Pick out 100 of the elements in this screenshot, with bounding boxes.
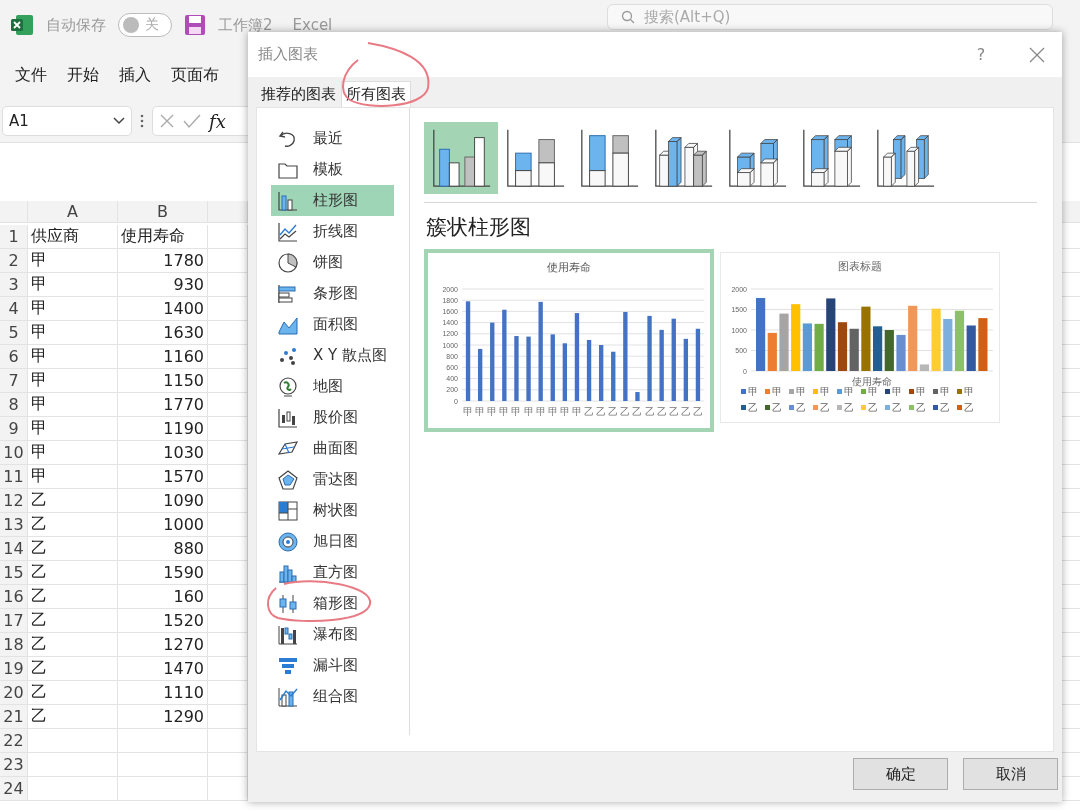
more-icon[interactable] [140, 114, 144, 128]
row-header[interactable]: 15 [0, 561, 28, 585]
chart-type-item[interactable]: 股价图 [271, 402, 394, 433]
waterfall-chart-icon [277, 623, 299, 646]
tab[interactable]: 推荐的图表 [256, 81, 341, 107]
check-icon[interactable] [183, 113, 201, 129]
ribbon-tab[interactable]: 页面布 [171, 60, 219, 90]
ribbon-tab[interactable]: 文件 [15, 60, 47, 90]
chart-type-item[interactable]: 直方图 [271, 557, 394, 588]
table-cell: 1470 [118, 657, 208, 681]
legend-label: 乙 [796, 402, 806, 413]
axis-label: 甲 [523, 406, 534, 417]
table-cell: 1780 [118, 249, 208, 273]
row-header[interactable]: 16 [0, 585, 28, 609]
row-header[interactable]: 2 [0, 249, 28, 273]
save-icon[interactable] [184, 14, 206, 36]
row-header[interactable]: 6 [0, 345, 28, 369]
ribbon-tab[interactable]: 开始 [67, 60, 99, 90]
row-header[interactable]: 19 [0, 657, 28, 681]
row-header[interactable]: 24 [0, 777, 28, 801]
chart-type-item[interactable]: 树状图 [271, 495, 394, 526]
table-cell: 甲 [28, 369, 118, 393]
row-header[interactable]: 5 [0, 321, 28, 345]
row-header[interactable]: 23 [0, 753, 28, 777]
row-header[interactable]: 3 [0, 273, 28, 297]
table-cell: 乙 [28, 513, 118, 537]
chart-type-item[interactable]: 最近 [271, 123, 394, 154]
row-header[interactable]: 17 [0, 609, 28, 633]
chart-type-item[interactable]: 柱形图 [271, 185, 394, 216]
row-header[interactable]: 13 [0, 513, 28, 537]
legend-label: 甲 [892, 386, 902, 397]
chart-type-item[interactable]: 旭日图 [271, 526, 394, 557]
cancel-button[interactable]: 取消 [963, 758, 1058, 790]
legend-label: 甲 [772, 386, 782, 397]
row-header[interactable]: 21 [0, 705, 28, 729]
legend-label: 乙 [820, 402, 830, 413]
chart-type-item[interactable]: 箱形图 [271, 588, 394, 619]
chart-type-item[interactable]: 面积图 [271, 309, 394, 340]
chevron-down-icon[interactable] [113, 117, 125, 125]
help-button[interactable]: ? [968, 45, 994, 64]
row-header[interactable]: 14 [0, 537, 28, 561]
table-cell: 1590 [118, 561, 208, 585]
bar [477, 348, 483, 401]
table-cell: 880 [118, 537, 208, 561]
axis-label: 甲 [571, 406, 582, 417]
row-header[interactable]: 12 [0, 489, 28, 513]
ribbon-tab[interactable]: 插入 [119, 60, 151, 90]
axis-label: 乙 [632, 406, 643, 417]
table-cell: 乙 [28, 537, 118, 561]
row-header[interactable]: 10 [0, 441, 28, 465]
chart-type-item[interactable]: 地图 [271, 371, 394, 402]
axis-label: 乙 [656, 406, 667, 417]
row-header[interactable]: 22 [0, 729, 28, 753]
chart-type-item[interactable]: X Y 散点图 [271, 340, 394, 371]
legend-label: 甲 [916, 386, 926, 397]
chart-type-item[interactable]: 瀑布图 [271, 619, 394, 650]
chart-type-item[interactable]: 漏斗图 [271, 650, 394, 681]
chart-type-item[interactable]: 曲面图 [271, 433, 394, 464]
ok-button[interactable]: 确定 [853, 758, 948, 790]
bar [683, 338, 689, 401]
axis-label: 甲 [547, 406, 558, 417]
dialog-title: 插入图表 [258, 45, 319, 64]
chart-type-item[interactable]: 雷达图 [271, 464, 394, 495]
bar [514, 336, 519, 401]
chart-type-item[interactable]: 条形图 [271, 278, 394, 309]
row-header[interactable]: 7 [0, 369, 28, 393]
table-cell: 乙 [28, 633, 118, 657]
search-icon [621, 10, 635, 24]
row-header[interactable]: 1 [0, 225, 28, 249]
chart-type-item[interactable]: 模板 [271, 154, 394, 185]
column-header[interactable]: A [28, 201, 118, 223]
bar-chart-icon [277, 189, 299, 212]
name-box[interactable]: A1 [2, 106, 132, 136]
search-field[interactable]: 搜索(Alt+Q) [607, 4, 1053, 30]
table-cell: 1110 [118, 681, 208, 705]
table-cell: 甲 [28, 417, 118, 441]
spreadsheet-app-icon[interactable] [10, 13, 34, 37]
insert-function-button[interactable]: fx [209, 110, 226, 132]
chart-type-item[interactable]: 折线图 [271, 216, 394, 247]
line-chart-icon [277, 220, 299, 243]
table-cell: 1520 [118, 609, 208, 633]
chart-type-item[interactable]: 组合图 [271, 681, 394, 712]
legend-label: 乙 [868, 402, 878, 413]
row-header[interactable]: 4 [0, 297, 28, 321]
table-cell: 甲 [28, 273, 118, 297]
radar-chart-icon [277, 468, 299, 491]
row-header[interactable]: 11 [0, 465, 28, 489]
axis-label: 甲 [535, 406, 546, 417]
column-header[interactable]: B [118, 201, 208, 223]
tab[interactable]: 所有图表 [341, 81, 411, 107]
legend-label: 甲 [964, 386, 974, 397]
row-header[interactable]: 9 [0, 417, 28, 441]
chart-subtype-button[interactable] [424, 122, 498, 194]
row-header[interactable]: 18 [0, 633, 28, 657]
table-cell: 乙 [28, 681, 118, 705]
row-header[interactable]: 8 [0, 393, 28, 417]
bar [598, 345, 604, 401]
row-header[interactable]: 20 [0, 681, 28, 705]
close-icon [1029, 46, 1045, 63]
chart-type-item[interactable]: 饼图 [271, 247, 394, 278]
